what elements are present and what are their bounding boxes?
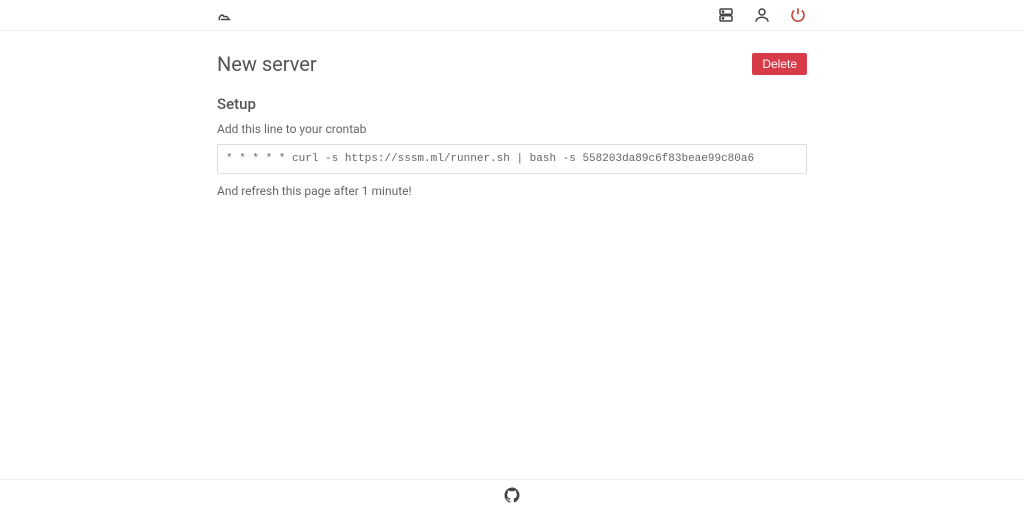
github-icon[interactable]	[503, 486, 521, 504]
power-icon[interactable]	[789, 6, 807, 24]
page-title: New server	[217, 49, 317, 79]
command-box[interactable]: * * * * * curl -s https://sssm.ml/runner…	[217, 144, 807, 175]
footer	[0, 479, 1024, 510]
section-title: Setup	[217, 93, 807, 116]
main-content: New server Delete Setup Add this line to…	[217, 31, 807, 200]
topbar	[0, 0, 1024, 31]
delete-button[interactable]: Delete	[752, 53, 807, 75]
logo-icon[interactable]	[217, 6, 235, 24]
user-icon[interactable]	[753, 6, 771, 24]
refresh-note: And refresh this page after 1 minute!	[217, 182, 807, 200]
server-icon[interactable]	[717, 6, 735, 24]
instruction-text: Add this line to your crontab	[217, 120, 807, 138]
